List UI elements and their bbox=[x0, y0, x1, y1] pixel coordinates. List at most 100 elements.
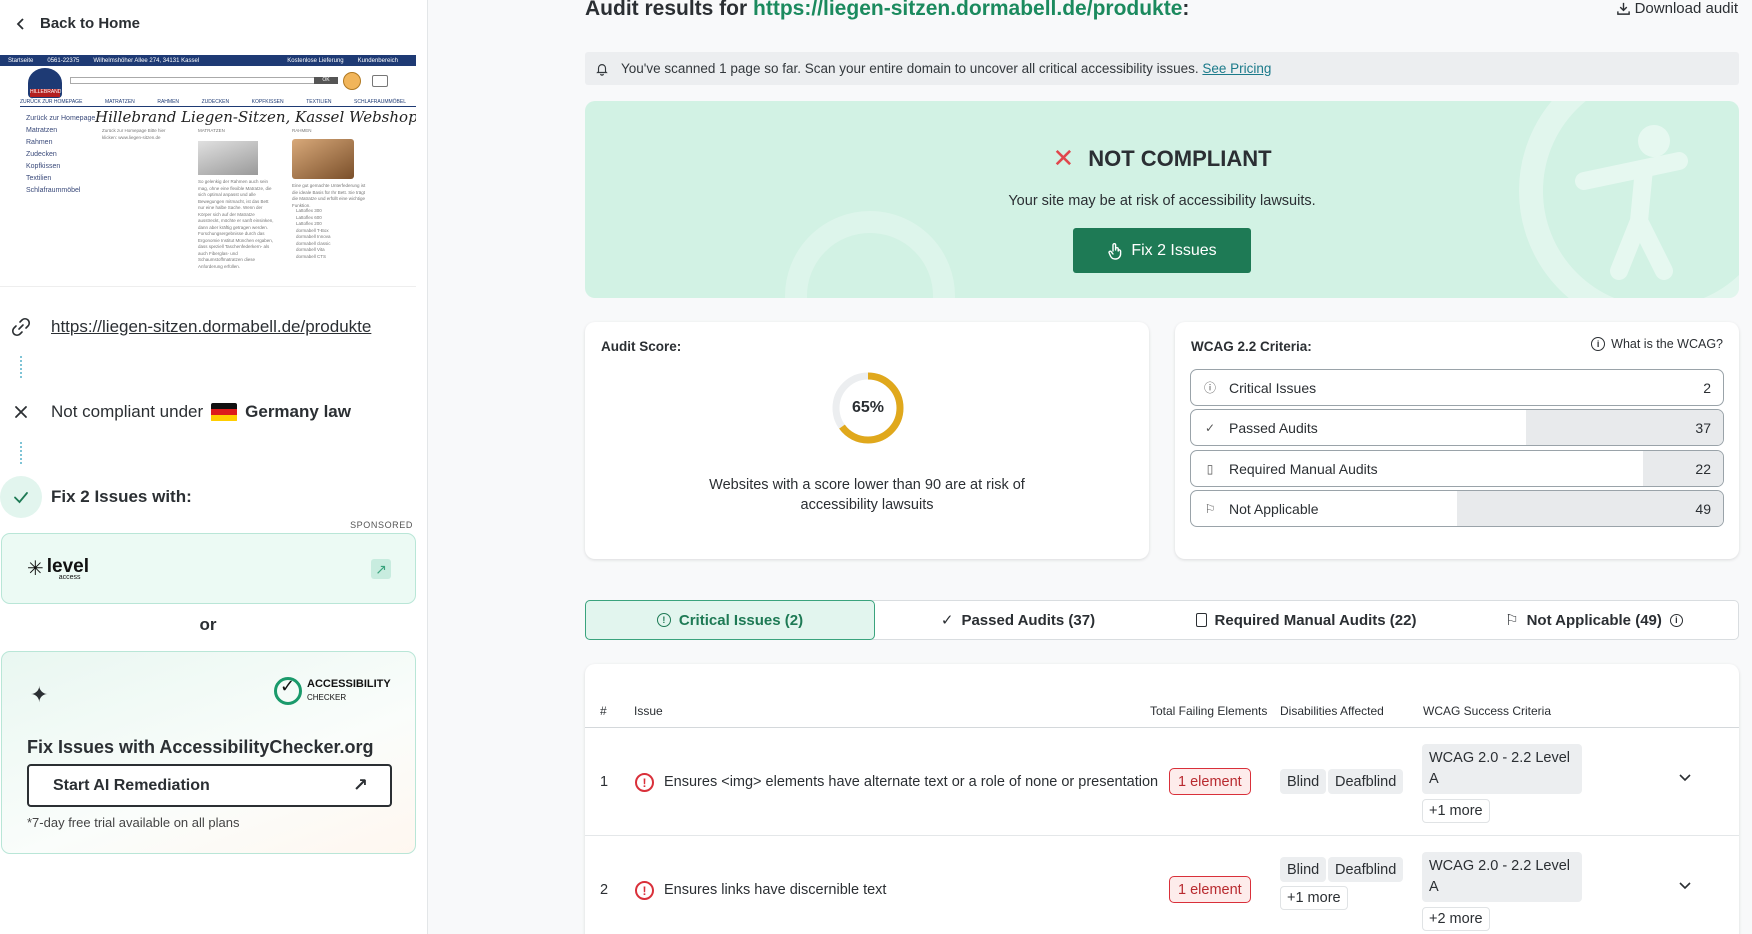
accessibility-checker-logo: ACCESSIBILITY CHECKER bbox=[274, 676, 391, 705]
back-label: Back to Home bbox=[40, 15, 141, 32]
chevron-down-icon[interactable] bbox=[1678, 878, 1692, 895]
score-value: 65% bbox=[851, 399, 885, 416]
thumb-cart-icon bbox=[372, 75, 388, 87]
wcag-criteria-chip: WCAG 2.0 - 2.2 Level A bbox=[1422, 744, 1582, 794]
scan-notice-banner: You've scanned 1 page so far. Scan your … bbox=[585, 52, 1739, 85]
alert-circle-icon: ⓘ bbox=[1203, 381, 1216, 395]
criteria-count: 37 bbox=[1695, 419, 1711, 436]
status-title: ✕ NOT COMPLIANT bbox=[585, 143, 1739, 174]
chevron-down-icon[interactable] bbox=[1678, 770, 1692, 787]
thumb-col2-list: Lattoflex 300 Lattoflex 600 Lattoflex 20… bbox=[296, 208, 376, 260]
level-access-card[interactable]: ✳ level access ↗ bbox=[1, 533, 416, 604]
info-icon: i bbox=[1669, 613, 1683, 627]
thumb-col2-head: RAHMEN bbox=[292, 128, 312, 133]
thumb-topbar-item: Startseite bbox=[8, 57, 34, 64]
audit-score-card: Audit Score: 65% Websites with a score l… bbox=[585, 322, 1149, 559]
flag-icon: ⚐ bbox=[1204, 501, 1216, 516]
step-url: https://liegen-sitzen.dormabell.de/produ… bbox=[0, 306, 371, 348]
free-trial-note: *7-day free trial available on all plans bbox=[27, 815, 240, 830]
accessibility-checker-card: ✦ ACCESSIBILITY CHECKER Fix Issues with … bbox=[1, 651, 416, 854]
document-icon: ▯ bbox=[1206, 461, 1214, 476]
flag-icon: ⚐ bbox=[1505, 612, 1519, 629]
wcag-more-chip[interactable]: +1 more bbox=[1422, 799, 1490, 823]
start-ai-remediation-button[interactable]: Start AI Remediation ↗ bbox=[27, 764, 392, 807]
criteria-row-passed[interactable]: ✓ Passed Audits 37 bbox=[1190, 409, 1724, 446]
tab-required-manual-audits[interactable]: Required Manual Audits (22) bbox=[1162, 601, 1450, 639]
thumb-logo-text: HILLEBRAND bbox=[30, 89, 62, 97]
failing-elements-badge[interactable]: 1 element bbox=[1169, 768, 1251, 795]
sponsored-label: SPONSORED bbox=[350, 520, 413, 530]
close-icon bbox=[0, 391, 42, 433]
wcag-more-chip[interactable]: +2 more bbox=[1422, 907, 1490, 931]
thumb-topbar-item: Kostenlose Lieferung bbox=[287, 57, 344, 64]
download-icon bbox=[1616, 2, 1630, 15]
thumb-menu-item: Zurück zur Homepage bbox=[26, 115, 96, 122]
wcag-help-label: What is the WCAG? bbox=[1611, 337, 1723, 351]
see-pricing-link[interactable]: See Pricing bbox=[1202, 61, 1271, 76]
document-icon bbox=[1195, 613, 1207, 627]
disabilities-more-chip[interactable]: +1 more bbox=[1280, 886, 1348, 910]
thumb-menu-item: Rahmen bbox=[26, 139, 53, 146]
table-header-divider bbox=[585, 727, 1739, 728]
tab-not-applicable[interactable]: ⚐ Not Applicable (49) i bbox=[1450, 601, 1738, 639]
alert-circle-icon: ! bbox=[635, 773, 654, 792]
back-to-home-link[interactable]: Back to Home bbox=[14, 15, 140, 32]
audited-url-link[interactable]: https://liegen-sitzen.dormabell.de/produ… bbox=[51, 317, 371, 337]
bell-icon bbox=[596, 63, 608, 76]
title-url-link[interactable]: https://liegen-sitzen.dormabell.de/produ… bbox=[753, 0, 1182, 20]
alert-circle-icon: ! bbox=[656, 613, 671, 627]
thumb-list-item: dormabell CTS bbox=[296, 253, 327, 259]
fix-issues-button[interactable]: Fix 2 Issues bbox=[1073, 228, 1251, 273]
hand-pointer-icon bbox=[1108, 242, 1122, 260]
audit-score-label: Audit Score: bbox=[601, 339, 682, 354]
issues-table: # Issue Total Failing Elements Disabilit… bbox=[585, 664, 1739, 934]
criteria-count: 49 bbox=[1695, 500, 1711, 517]
thumb-nav-item: ZUDECKEN bbox=[201, 99, 230, 105]
ac-card-title: Fix Issues with AccessibilityChecker.org bbox=[27, 737, 374, 757]
tab-passed-audits[interactable]: ✓ Passed Audits (37) bbox=[874, 601, 1162, 639]
thumb-menu-item: Textilien bbox=[26, 175, 52, 182]
compliance-status-card: ✕ NOT COMPLIANT Your site may be at risk… bbox=[585, 101, 1739, 298]
failing-elements-badge[interactable]: 1 element bbox=[1169, 876, 1251, 903]
thumb-mattress-image bbox=[198, 141, 258, 175]
external-link-icon[interactable]: ↗ bbox=[371, 559, 391, 579]
tab-label: Passed Audits (37) bbox=[961, 611, 1096, 629]
download-audit-button[interactable]: Download audit bbox=[1616, 0, 1738, 17]
thumb-search bbox=[70, 77, 320, 84]
criteria-count: 2 bbox=[1703, 379, 1711, 396]
tab-critical-issues[interactable]: ! Critical Issues (2) bbox=[585, 600, 875, 640]
score-note: Websites with a score lower than 90 are … bbox=[709, 477, 1025, 513]
link-icon bbox=[0, 306, 42, 348]
row-number: 2 bbox=[600, 882, 609, 898]
criteria-label: Passed Audits bbox=[1229, 419, 1318, 436]
wcag-criteria-card: WCAG 2.2 Criteria: i What is the WCAG? ⓘ… bbox=[1175, 322, 1739, 559]
thumb-nav-item: SCHLAFRAUMMÖBEL bbox=[354, 99, 406, 105]
thumb-nav-item: KOPFKISSEN bbox=[251, 99, 284, 105]
ac-logo-title: ACCESSIBILITY bbox=[307, 678, 391, 690]
thumb-seal-icon bbox=[343, 72, 361, 90]
check-icon: ✓ bbox=[1204, 420, 1216, 435]
page-title: Audit results for https://liegen-sitzen.… bbox=[585, 0, 1189, 21]
column-header: Total Failing Elements bbox=[1150, 704, 1268, 718]
step-connector bbox=[20, 356, 22, 378]
notice-text: You've scanned 1 page so far. Scan your … bbox=[621, 61, 1199, 76]
thumb-topbar-item: Wilhelmshöher Allee 274, 34131 Kassel bbox=[93, 57, 200, 64]
criteria-row-manual[interactable]: ▯ Required Manual Audits 22 bbox=[1190, 450, 1724, 487]
wcag-label: WCAG 2.2 Criteria: bbox=[1191, 339, 1312, 354]
thumb-ok-button: OK bbox=[314, 77, 338, 84]
criteria-label: Required Manual Audits bbox=[1229, 460, 1378, 477]
compliance-text: Not compliant under Germany law bbox=[51, 402, 351, 422]
thumb-nav-item: TEXTILIEN bbox=[306, 99, 332, 105]
tab-label: Not Applicable (49) bbox=[1526, 611, 1662, 629]
sidebar: Back to Home Startseite 0561-22375 Wilhe… bbox=[0, 0, 428, 934]
checker-logo-icon bbox=[274, 676, 302, 705]
wcag-criteria-chip: WCAG 2.0 - 2.2 Level A bbox=[1422, 852, 1582, 902]
step-fix: Fix 2 Issues with: bbox=[0, 476, 192, 518]
fix-issues-label: Fix 2 Issues with: bbox=[51, 487, 192, 506]
criteria-row-not-applicable[interactable]: ⚐ Not Applicable 49 bbox=[1190, 490, 1724, 527]
thumb-col1-text: So gelenkig der Rahmen auch sein mag, oh… bbox=[198, 179, 274, 269]
column-header: # bbox=[600, 704, 607, 718]
what-is-wcag-link[interactable]: i What is the WCAG? bbox=[1591, 337, 1723, 351]
issue-text: Ensures <img> elements have alternate te… bbox=[664, 774, 1159, 790]
criteria-row-critical[interactable]: ⓘ Critical Issues 2 bbox=[1190, 369, 1724, 406]
